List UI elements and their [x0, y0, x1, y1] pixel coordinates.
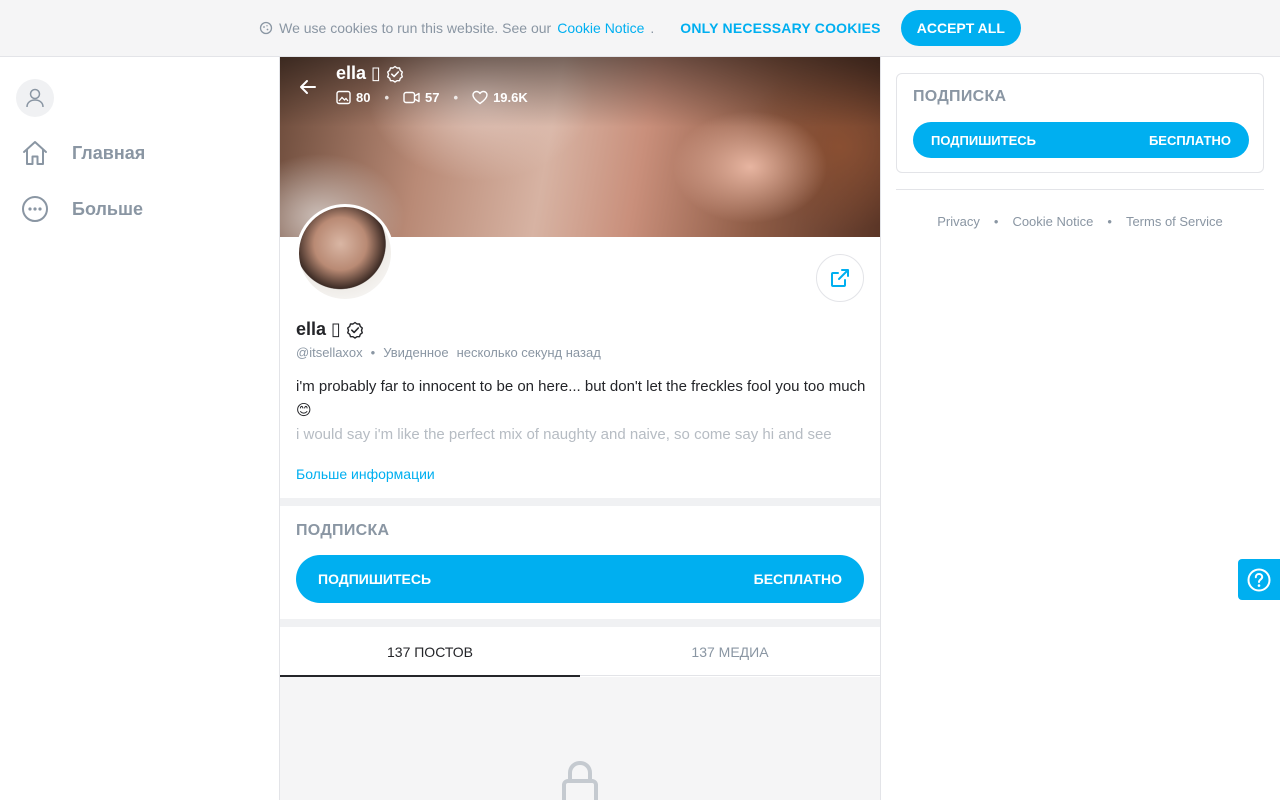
image-icon — [336, 90, 351, 105]
cover-header: ella ▯ 80 • 57 • 19.6K — [298, 63, 528, 105]
profile-bio: i'm probably far to innocent to be on he… — [296, 375, 866, 447]
sidebar-item-more[interactable]: Больше — [20, 194, 143, 224]
verified-icon — [386, 65, 403, 83]
cover-name-text: ella — [336, 63, 367, 83]
profile-column: ella ▯ 80 • 57 • 19.6K ella ▯ @itsellaxo… — [279, 57, 881, 800]
likes-stat: 19.6K — [472, 90, 528, 105]
photos-stat: 80 — [336, 90, 370, 105]
videos-count: 57 — [425, 90, 440, 105]
cookie-message: We use cookies to run this website. See … — [279, 20, 552, 36]
cookie-text: We use cookies to run this website. See … — [259, 20, 654, 36]
left-sidebar: Главная Больше — [0, 57, 280, 800]
tab-media[interactable]: 137 МЕДИА — [580, 627, 880, 676]
back-arrow-icon[interactable] — [298, 77, 318, 102]
footer-links: Privacy • Cookie Notice • Terms of Servi… — [896, 214, 1264, 229]
subscribe-price: БЕСПЛАТНО — [1148, 132, 1231, 148]
stat-separator: • — [453, 90, 459, 105]
verified-icon — [346, 321, 363, 339]
section-divider — [280, 498, 880, 506]
help-icon — [1247, 568, 1271, 591]
heart-icon — [472, 90, 488, 105]
videos-stat: 57 — [403, 90, 440, 105]
help-button[interactable] — [1238, 559, 1280, 600]
share-icon — [831, 269, 849, 287]
cookie-banner: We use cookies to run this website. See … — [0, 0, 1280, 57]
stat-separator: • — [384, 90, 390, 105]
footer-separator: • — [993, 214, 999, 229]
last-seen-label: Увиденное — [383, 345, 449, 360]
photos-count: 80 — [356, 90, 371, 105]
more-info-link[interactable]: Больше информации — [296, 466, 435, 482]
profile-name: ella ▯ — [296, 319, 364, 340]
share-button[interactable] — [816, 254, 864, 302]
cover-profile-name: ella ▯ — [336, 63, 528, 84]
bio-line-faded: i would say i'm like the perfect mix of … — [296, 426, 832, 443]
subscription-card-title: ПОДПИСКА — [913, 88, 1007, 105]
name-glyph: ▯ — [331, 319, 341, 339]
user-icon — [26, 88, 44, 108]
home-icon — [23, 141, 47, 165]
subscribe-button[interactable]: ПОДПИШИТЕСЬ БЕСПЛАТНО — [296, 555, 864, 603]
name-glyph: ▯ — [371, 63, 381, 83]
profile-name-text: ella — [296, 319, 327, 339]
content-tabs: 137 ПОСТОВ 137 МЕДИА — [280, 627, 880, 677]
video-icon — [403, 91, 420, 104]
sidebar-item-home[interactable]: Главная — [20, 138, 145, 168]
cookie-notice-footer-link[interactable]: Cookie Notice — [1012, 214, 1093, 229]
cookie-period: . — [650, 20, 655, 36]
more-icon — [22, 196, 48, 222]
section-divider — [280, 619, 880, 627]
profile-stats: 80 • 57 • 19.6K — [336, 90, 528, 105]
profile-meta: @itsellaxox • Увиденное несколько секунд… — [296, 345, 601, 360]
accept-all-cookies-button[interactable]: ACCEPT ALL — [900, 10, 1021, 46]
subscription-card: ПОДПИСКА ПОДПИШИТЕСЬ БЕСПЛАТНО — [896, 73, 1264, 173]
sidebar-item-label: Больше — [72, 198, 143, 219]
cookie-notice-link[interactable]: Cookie Notice — [557, 20, 644, 36]
subscription-title: ПОДПИСКА — [296, 522, 390, 539]
likes-count: 19.6K — [493, 90, 528, 105]
profile-handle[interactable]: @itsellaxox — [296, 345, 363, 360]
bio-line: i'm probably far to innocent to be on he… — [296, 378, 866, 419]
last-seen-time: несколько секунд назад — [456, 345, 601, 360]
tab-posts[interactable]: 137 ПОСТОВ — [280, 627, 580, 677]
subscribe-label: ПОДПИШИТЕСЬ — [931, 132, 1036, 148]
privacy-link[interactable]: Privacy — [937, 214, 980, 229]
subscribe-price: БЕСПЛАТНО — [753, 571, 842, 587]
footer-separator: • — [1107, 214, 1112, 229]
subscribe-button-side[interactable]: ПОДПИШИТЕСЬ БЕСПЛАТНО — [913, 122, 1249, 158]
lock-icon — [562, 760, 598, 800]
cookie-icon — [259, 21, 273, 35]
subscribe-label: ПОДПИШИТЕСЬ — [318, 571, 432, 587]
sidebar-item-label: Главная — [72, 142, 146, 163]
profile-avatar[interactable] — [296, 204, 394, 302]
terms-link[interactable]: Terms of Service — [1126, 214, 1223, 229]
right-divider — [896, 189, 1264, 190]
locked-content-area — [280, 677, 880, 800]
meta-separator: • — [370, 345, 376, 360]
user-avatar-button[interactable] — [16, 79, 54, 117]
only-necessary-cookies-button[interactable]: ONLY NECESSARY COOKIES — [680, 20, 880, 36]
